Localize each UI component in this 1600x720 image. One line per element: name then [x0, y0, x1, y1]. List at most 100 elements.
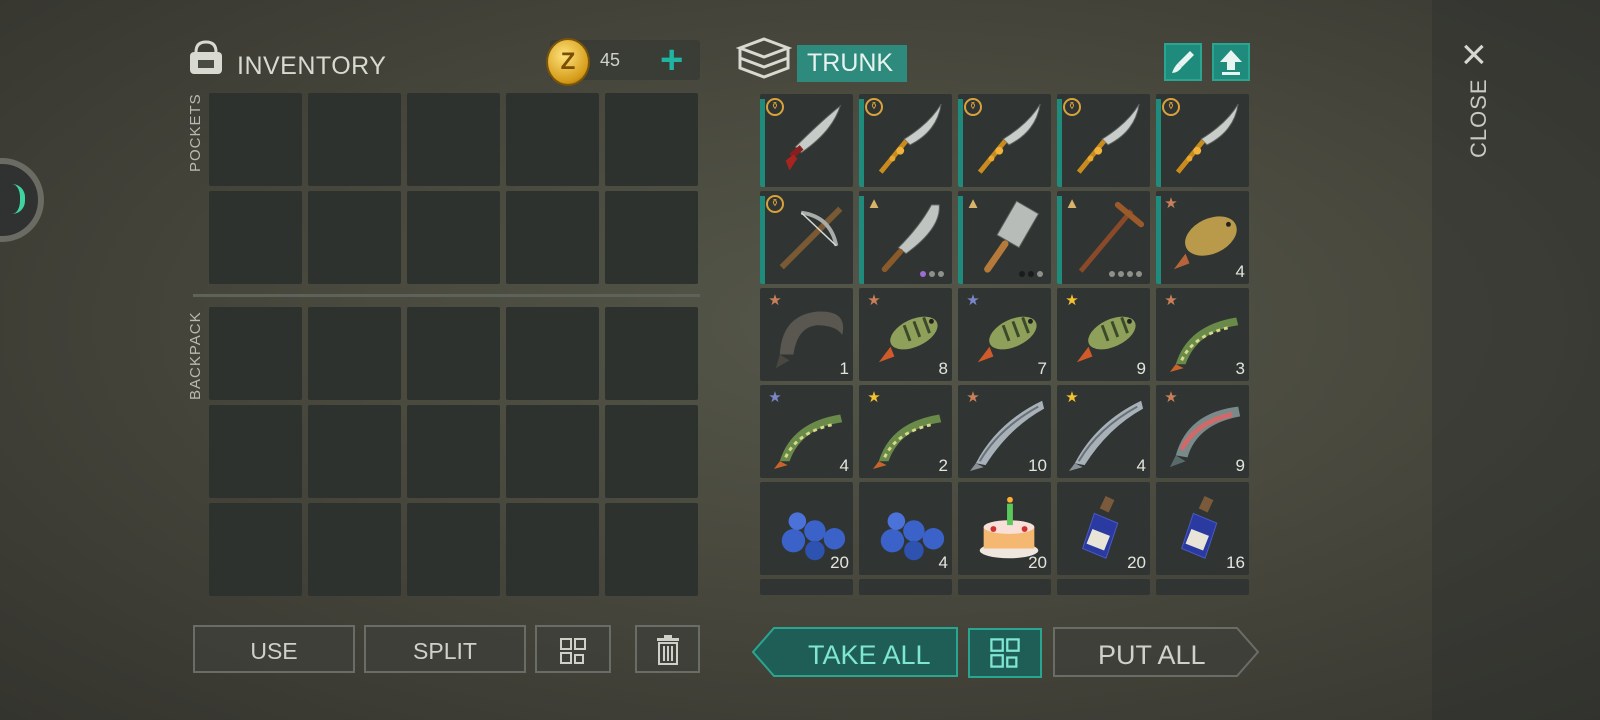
trunk-slot-dagger[interactable]: ⚱	[760, 94, 853, 187]
right-panel-shade	[1432, 0, 1600, 720]
trunk-slot[interactable]	[859, 579, 952, 595]
trunk-slot[interactable]	[1156, 579, 1249, 595]
trunk-slot-pike[interactable]: ★ 4	[760, 385, 853, 478]
trunk-slot-gold-sword[interactable]: ⚱	[958, 94, 1051, 187]
trunk-slot-gold-sword[interactable]: ⚱	[859, 94, 952, 187]
upload-button[interactable]	[1212, 43, 1250, 81]
backpack-slot[interactable]	[209, 503, 302, 596]
backpack-slot[interactable]	[308, 503, 401, 596]
backpack-slot[interactable]	[407, 307, 500, 400]
upgrade-dots	[1019, 271, 1043, 277]
trunk-slot-blueberries[interactable]: 20	[760, 482, 853, 575]
trunk-slot-carp[interactable]: ★ 4	[1156, 191, 1249, 284]
paint-button[interactable]	[1164, 43, 1202, 81]
trunk-slot-salmon[interactable]: ★ 4	[1057, 385, 1150, 478]
pocket-slot[interactable]	[209, 191, 302, 284]
backpack-slot[interactable]	[407, 405, 500, 498]
salmon-icon	[1069, 393, 1147, 471]
close-label[interactable]: CLOSE	[1466, 78, 1492, 158]
durability-bar	[958, 99, 963, 187]
gold-sword-icon	[1069, 102, 1147, 180]
trunk-icon	[736, 37, 792, 79]
backpack-label: BACKPACK	[187, 311, 204, 400]
add-coins-button[interactable]: +	[660, 38, 683, 83]
pocket-slot[interactable]	[407, 191, 500, 284]
backpack-slot[interactable]	[308, 405, 401, 498]
backpack-icon	[190, 40, 222, 74]
take-all-label[interactable]: TAKE ALL	[808, 640, 931, 671]
pocket-slot[interactable]	[605, 93, 698, 186]
gauge-arc-icon	[12, 184, 25, 214]
trunk-slot-cake[interactable]: 20	[958, 482, 1051, 575]
backpack-slot[interactable]	[506, 307, 599, 400]
trunk-slot-catfish[interactable]: ★ 1	[760, 288, 853, 381]
blueberries-icon	[871, 490, 949, 568]
delete-button[interactable]	[635, 625, 700, 673]
trunk-slot-bottle[interactable]: 20	[1057, 482, 1150, 575]
backpack-slot[interactable]	[407, 503, 500, 596]
coin-count: 45	[600, 50, 621, 70]
pocket-slot[interactable]	[506, 93, 599, 186]
machete-icon	[871, 199, 949, 277]
gold-sword-icon	[1168, 102, 1246, 180]
backpack-slot[interactable]	[209, 307, 302, 400]
trunk-slot[interactable]	[1057, 579, 1150, 595]
backpack-slot[interactable]	[605, 405, 698, 498]
trunk-slot-trout[interactable]: ★ 9	[1156, 385, 1249, 478]
pocket-slot[interactable]	[407, 93, 500, 186]
trash-icon	[656, 635, 679, 665]
layout-toggle-button[interactable]	[968, 628, 1042, 678]
item-count: 1	[839, 359, 849, 378]
pike-icon	[772, 393, 850, 471]
backpack-slot[interactable]	[209, 405, 302, 498]
trunk-slot-pike[interactable]: ★ 3	[1156, 288, 1249, 381]
item-count: 4	[1136, 456, 1146, 475]
cleaver-icon	[970, 199, 1048, 277]
split-button[interactable]: SPLIT	[364, 625, 526, 673]
item-count: 9	[1136, 359, 1146, 378]
backpack-slot[interactable]	[605, 307, 698, 400]
pocket-slot[interactable]	[506, 191, 599, 284]
catfish-icon	[772, 296, 850, 374]
trunk-slot[interactable]	[760, 579, 853, 595]
backpack-slot[interactable]	[308, 307, 401, 400]
perch-icon	[1069, 296, 1147, 374]
item-count: 9	[1235, 456, 1245, 475]
durability-bar	[859, 196, 864, 284]
coins-panel: Z 45 +	[546, 38, 700, 86]
pike-icon	[1168, 296, 1246, 374]
close-button[interactable]: ×	[1461, 30, 1487, 80]
perch-icon	[970, 296, 1048, 374]
trout-icon	[1168, 393, 1246, 471]
trunk-slot-blueberries[interactable]: 4	[859, 482, 952, 575]
trunk-slot-machete[interactable]: ▲	[859, 191, 952, 284]
pocket-slot[interactable]	[209, 93, 302, 186]
trunk-slot[interactable]	[958, 579, 1051, 595]
trunk-slot-pike[interactable]: ★ 2	[859, 385, 952, 478]
trunk-slot-salmon[interactable]: ★ 10	[958, 385, 1051, 478]
trunk-slot-cleaver[interactable]: ▲	[958, 191, 1051, 284]
brush-icon	[1172, 51, 1194, 73]
upgrade-dots	[920, 271, 944, 277]
trunk-slot-bottle[interactable]: 16	[1156, 482, 1249, 575]
put-all-label[interactable]: PUT ALL	[1098, 640, 1206, 671]
trunk-slot-perch[interactable]: ★ 8	[859, 288, 952, 381]
trunk-slot-pickaxe[interactable]: ▲	[1057, 191, 1150, 284]
upgrade-dots	[1109, 271, 1142, 277]
trunk-slot-gold-sword[interactable]: ⚱	[1156, 94, 1249, 187]
durability-bar	[859, 99, 864, 187]
item-count: 4	[1235, 262, 1245, 281]
pocket-slot[interactable]	[308, 191, 401, 284]
item-count: 20	[1127, 553, 1146, 572]
trunk-slot-perch[interactable]: ★ 7	[958, 288, 1051, 381]
trunk-slot-crossbow[interactable]: ⚱	[760, 191, 853, 284]
trunk-slot-perch[interactable]: ★ 9	[1057, 288, 1150, 381]
backpack-slot[interactable]	[605, 503, 698, 596]
use-button[interactable]: USE	[193, 625, 355, 673]
pocket-slot[interactable]	[308, 93, 401, 186]
pocket-slot[interactable]	[605, 191, 698, 284]
trunk-slot-gold-sword[interactable]: ⚱	[1057, 94, 1150, 187]
backpack-slot[interactable]	[506, 503, 599, 596]
sort-button[interactable]	[535, 625, 611, 673]
backpack-slot[interactable]	[506, 405, 599, 498]
